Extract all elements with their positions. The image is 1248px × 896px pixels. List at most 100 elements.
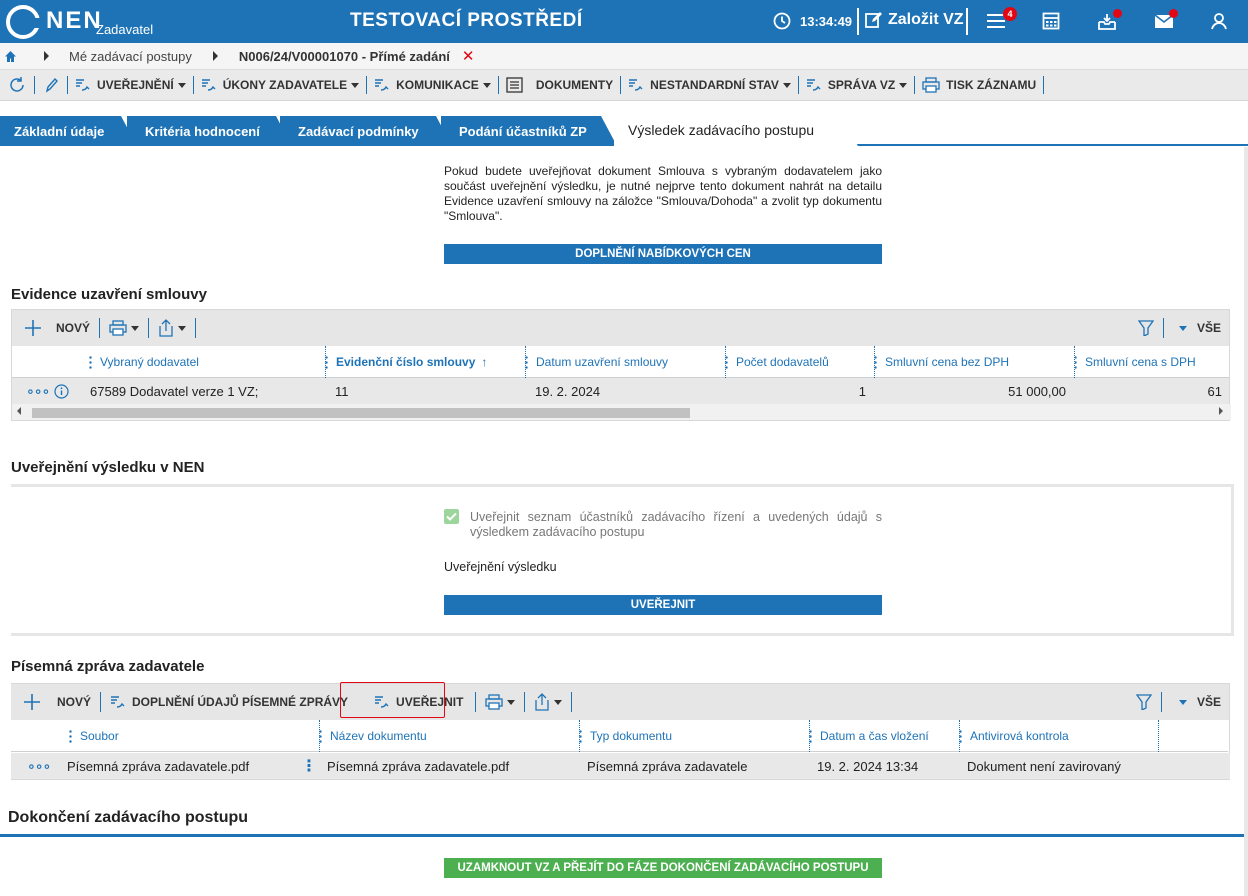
- close-icon[interactable]: ✕: [462, 47, 475, 65]
- breadcrumb-separator-icon: [212, 51, 218, 61]
- caret-down-icon: [351, 82, 360, 88]
- home-icon[interactable]: [4, 50, 17, 63]
- view-all-dropdown[interactable]: VŠE: [1167, 318, 1229, 338]
- checkmark-icon: [446, 512, 457, 521]
- column-header-doc-type[interactable]: Typ dokumentu: [579, 720, 809, 752]
- cell-price: 51 000,00: [1008, 383, 1066, 399]
- cell-supplier-count: 1: [858, 383, 866, 399]
- clock-icon: [773, 12, 791, 30]
- column-header-price-vat[interactable]: Smluvní cena s DPH: [1074, 346, 1229, 378]
- report-details-button[interactable]: DOPLNĚNÍ ÚDAJŮ PÍSEMNÉ ZPRÁVY: [104, 692, 354, 712]
- caret-down-icon: [507, 699, 516, 705]
- menu-sprava-vz[interactable]: SPRÁVA VZ: [799, 76, 916, 94]
- new-contract-button[interactable]: NOVÝ: [12, 318, 96, 338]
- column-label: Soubor: [80, 729, 119, 743]
- file-menu-icon[interactable]: ⋮: [301, 753, 317, 779]
- print-menu-button[interactable]: [479, 692, 521, 712]
- column-header-supplier-count[interactable]: Počet dodavatelů: [725, 346, 875, 378]
- calculator-icon[interactable]: [1040, 10, 1062, 32]
- column-header-datetime[interactable]: Datum a čas vložení: [809, 720, 959, 752]
- breadcrumb-separator-icon: [44, 51, 49, 61]
- caret-down-icon: [131, 325, 140, 331]
- refresh-button[interactable]: [0, 76, 35, 94]
- scrollbar-thumb[interactable]: [32, 408, 690, 418]
- breadcrumb-item-my-procedures[interactable]: Mé zadávací postupy: [69, 49, 192, 64]
- section-divider: [0, 834, 1248, 837]
- sort-ascending-icon: ↑: [481, 355, 488, 369]
- column-header-doc-name[interactable]: Název dokumentu: [319, 720, 579, 752]
- menu-ukony-zadavatele[interactable]: ÚKONY ZADAVATELE: [194, 76, 368, 94]
- divider: [475, 692, 477, 712]
- report-grid: NOVÝ DOPLNĚNÍ ÚDAJŮ PÍSEMNÉ ZPRÁVY UVEŘE…: [11, 683, 1230, 780]
- divider: [100, 692, 102, 712]
- nen-logo[interactable]: NEN: [6, 5, 103, 39]
- menu-komunikace-label: KOMUNIKACE: [396, 78, 479, 92]
- scroll-left-icon[interactable]: [17, 407, 21, 415]
- row-actions-icon[interactable]: ∘∘∘: [27, 753, 51, 779]
- report-details-label: DOPLNĚNÍ ÚDAJŮ PÍSEMNÉ ZPRÁVY: [132, 695, 349, 709]
- column-header-supplier[interactable]: Vybraný dodavatel: [89, 346, 325, 378]
- table-row[interactable]: ∘∘∘ Písemná zpráva zadavatele.pdf ⋮ Píse…: [11, 753, 1230, 779]
- print-icon: [922, 77, 940, 93]
- filter-button[interactable]: [1132, 318, 1160, 338]
- tab-zadavaci-podminky[interactable]: Zadávací podmínky: [280, 116, 452, 146]
- lines-arrow-icon: [111, 696, 125, 708]
- menu-dokumenty-label: DOKUMENTY: [535, 78, 614, 92]
- filter-button[interactable]: [1130, 692, 1158, 712]
- user-icon[interactable]: [1208, 10, 1230, 32]
- new-report-button[interactable]: NOVÝ: [11, 692, 97, 712]
- column-label: Smluvní cena s DPH: [1085, 355, 1196, 369]
- caret-down-icon: [1178, 325, 1187, 331]
- tab-zakladni-udaje[interactable]: Základní údaje: [0, 116, 137, 146]
- report-grid-toolbar: NOVÝ DOPLNĚNÍ ÚDAJŮ PÍSEMNÉ ZPRÁVY UVEŘE…: [11, 684, 1229, 720]
- environment-title: TESTOVACÍ PROSTŘEDÍ: [350, 10, 583, 31]
- vertical-scrollbar[interactable]: [1244, 147, 1248, 896]
- breadcrumb: Mé zadávací postupy N006/24/V00001070 - …: [0, 43, 1248, 70]
- column-header-file[interactable]: Soubor: [69, 720, 320, 752]
- notification-badge: 4: [1003, 7, 1017, 21]
- cell-doc-type: Písemná zpráva zadavatele: [587, 758, 748, 774]
- info-notice: Pokud budete uveřejňovat dokument Smlouv…: [444, 164, 882, 223]
- cell-file[interactable]: Písemná zpráva zadavatele.pdf: [67, 753, 249, 779]
- column-header-empty: [1158, 720, 1228, 752]
- column-label: Antivirová kontrola: [970, 729, 1069, 743]
- tab-kriteria-hodnoceni[interactable]: Kritéria hodnocení: [127, 116, 292, 146]
- caret-down-icon: [554, 699, 563, 705]
- horizontal-scrollbar[interactable]: [12, 404, 1231, 420]
- caret-down-icon: [899, 82, 908, 88]
- column-header-contract-number[interactable]: Evidenční číslo smlouvy ↑: [325, 346, 525, 378]
- column-header-date[interactable]: Datum uzavření smlouvy: [525, 346, 725, 378]
- menu-komunikace[interactable]: KOMUNIKACE: [367, 76, 499, 94]
- print-menu-button[interactable]: [103, 318, 145, 338]
- publish-participants-label: Uveřejnit seznam účastníků zadávacího ří…: [470, 510, 882, 539]
- create-vz-button[interactable]: Založit VZ: [864, 11, 964, 29]
- menu-tisk-zaznamu[interactable]: TISK ZÁZNAMU: [915, 76, 1045, 94]
- table-row[interactable]: ∘∘∘ 67589 Dodavatel verze 1 VZ; 11 19. 2…: [12, 378, 1229, 404]
- session-clock: 13:34:49: [773, 12, 852, 30]
- doplneni-nabidkovych-cen-button[interactable]: DOPLNĚNÍ NABÍDKOVÝCH CEN: [444, 244, 882, 264]
- export-menu-button[interactable]: [528, 692, 568, 712]
- export-menu-button[interactable]: [152, 318, 192, 338]
- tab-vysledek[interactable]: Výsledek zadávacího postupu: [614, 114, 858, 146]
- column-header-antivirus[interactable]: Antivirová kontrola: [959, 720, 1159, 752]
- menu-uverejneni[interactable]: UVEŘEJNĚNÍ: [68, 76, 194, 94]
- menu-ukony-label: ÚKONY ZADAVATELE: [222, 78, 348, 92]
- row-actions-icon[interactable]: ∘∘∘: [26, 378, 50, 404]
- publish-participants-checkbox[interactable]: [444, 509, 459, 524]
- view-all-dropdown[interactable]: VŠE: [1165, 692, 1229, 712]
- publish-result-button[interactable]: UVEŘEJNIT: [444, 595, 882, 615]
- column-label: Typ dokumentu: [590, 729, 673, 743]
- cell-doc-name: Písemná zpráva zadavatele.pdf: [327, 758, 510, 774]
- menu-nestandardni-stav[interactable]: NESTANDARDNÍ STAV: [621, 76, 799, 94]
- scroll-right-icon[interactable]: [1219, 407, 1223, 415]
- cell-contract-number: 11: [335, 383, 349, 399]
- column-header-price[interactable]: Smluvní cena bez DPH: [874, 346, 1074, 378]
- column-label: Datum uzavření smlouvy: [536, 355, 669, 369]
- info-icon[interactable]: [54, 378, 69, 404]
- edit-button[interactable]: [35, 76, 68, 94]
- tab-podani-ucastniku[interactable]: Podání účastníků ZP: [441, 116, 617, 146]
- lock-and-finish-button[interactable]: UZAMKNOUT VZ A PŘEJÍT DO FÁZE DOKONČENÍ …: [444, 858, 882, 878]
- pencil-icon: [45, 77, 58, 93]
- menu-dokumenty[interactable]: DOKUMENTY: [499, 76, 622, 94]
- edit-icon: [865, 12, 882, 28]
